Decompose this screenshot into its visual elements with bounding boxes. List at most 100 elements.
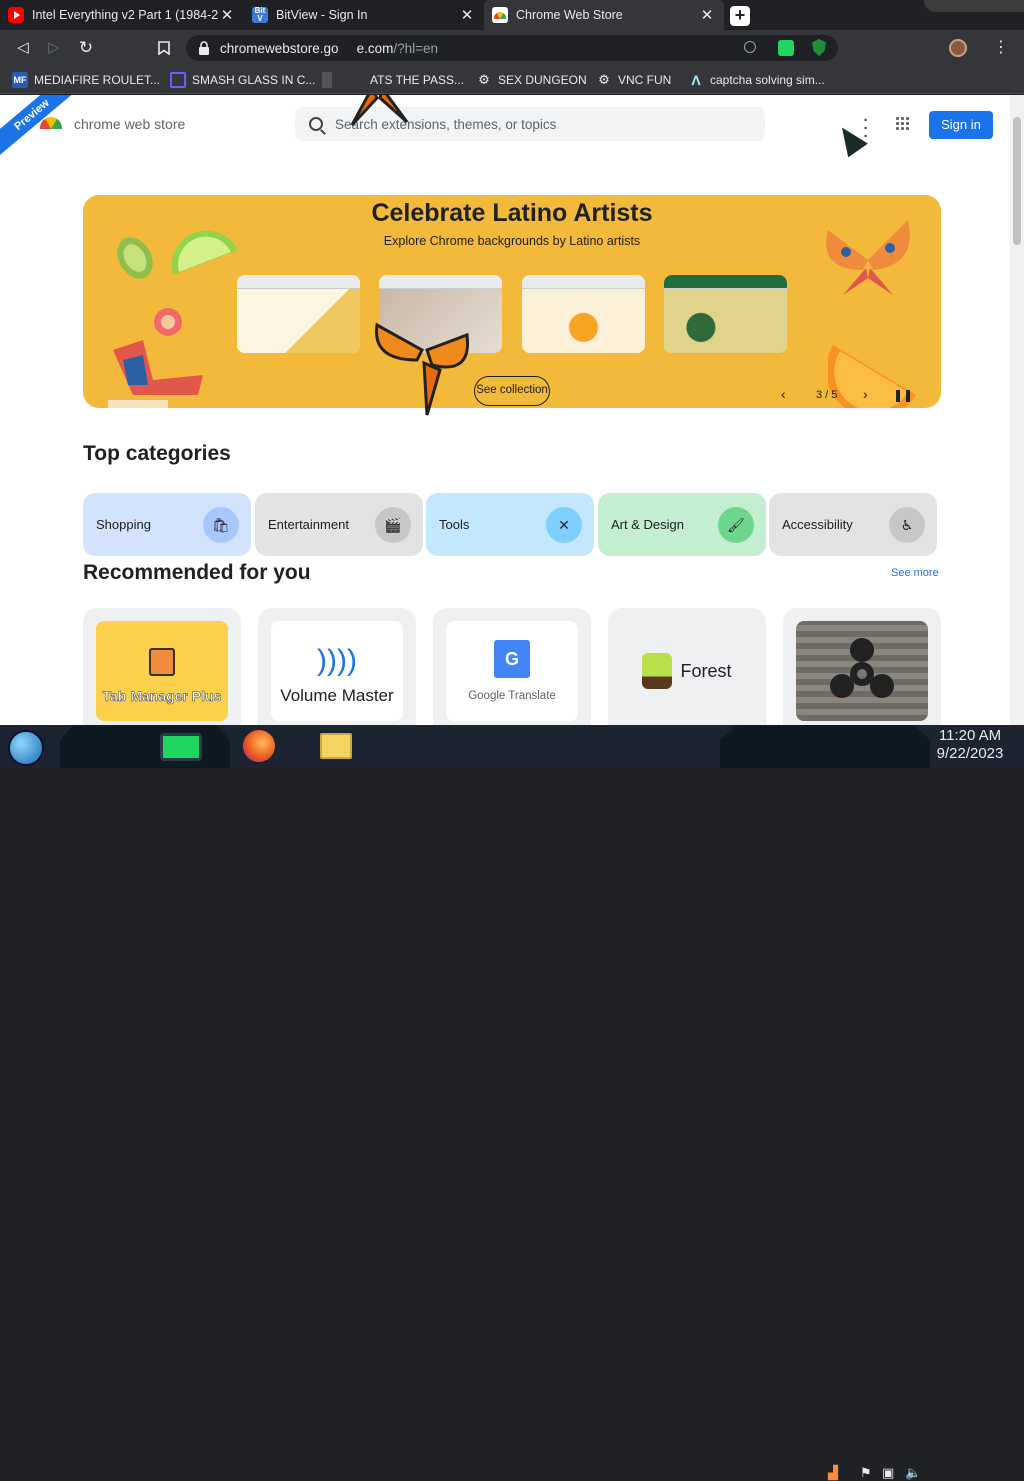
tab-title: Intel Everything v2 Part 1 (1984-20: [32, 8, 218, 22]
bookmark-label: SEX DUNGEON: [498, 73, 587, 87]
web-page: Preview chrome web store Search extensio…: [0, 95, 1010, 725]
taskbar-app-green-icon[interactable]: [160, 733, 202, 761]
page-scrollbar[interactable]: [1010, 95, 1024, 725]
tab-chrome-web-store[interactable]: Chrome Web Store ✕: [484, 0, 724, 30]
chrome-web-store-icon: [492, 7, 508, 23]
tab-youtube[interactable]: Intel Everything v2 Part 1 (1984-20 ✕: [0, 0, 244, 30]
top-categories-heading: Top categories: [83, 442, 231, 465]
bookmark-label: SMASH GLASS IN C...: [192, 73, 316, 87]
tab-bitview[interactable]: Bit V BitView - Sign In ✕: [244, 0, 484, 30]
bookmark-label: MEDIAFIRE ROULET...: [34, 73, 161, 87]
category-label: Entertainment: [268, 517, 349, 532]
bookmark-sex-dungeon[interactable]: ⚙ SEX DUNGEON: [476, 66, 587, 94]
search-icon: [309, 117, 323, 131]
volume-tray-icon[interactable]: 🔈: [905, 1465, 921, 1481]
volume-icon: )))) Volume Master: [271, 621, 403, 721]
menu-icon[interactable]: ⋮: [990, 37, 1012, 59]
tools-icon: ✕: [546, 507, 582, 543]
forward-icon[interactable]: ▷: [43, 37, 65, 59]
chevron-right-icon[interactable]: ›: [863, 386, 868, 402]
category-shopping[interactable]: Shopping 🛍: [83, 493, 251, 556]
recommended-card[interactable]: Forest: [608, 608, 766, 725]
brush-icon: 🖌: [718, 507, 754, 543]
address-bar[interactable]: chromewebstore.google.com/?hl=en: [186, 35, 838, 61]
bookmark-label: VNC FUN: [618, 73, 672, 87]
avatar[interactable]: [949, 39, 967, 57]
file-explorer-icon[interactable]: [320, 733, 352, 759]
theme-thumbnail[interactable]: [522, 275, 645, 353]
category-label: Accessibility: [782, 517, 853, 532]
bookmark-label: captcha solving sim...: [710, 73, 825, 87]
tab-bar: Intel Everything v2 Part 1 (1984-20 ✕ Bi…: [0, 0, 1024, 30]
forest-icon: Forest: [621, 621, 753, 721]
bitview-icon: Bit V: [252, 7, 268, 23]
chevron-left-icon[interactable]: ‹: [781, 386, 786, 402]
network-icon[interactable]: ▣: [882, 1465, 894, 1481]
category-accessibility[interactable]: Accessibility ♿: [769, 493, 937, 556]
theme-thumbnail[interactable]: [237, 275, 360, 353]
translate-icon: G Google Translate: [446, 621, 578, 721]
recommended-card[interactable]: Tab Manager Plus: [83, 608, 241, 725]
bookmark-icon: ⚙: [598, 72, 610, 87]
category-label: Tools: [439, 517, 470, 532]
bookmark-icon: Λ: [691, 72, 701, 88]
butterfly-decoration-icon: [826, 220, 910, 295]
bookmark-ats-pass[interactable]: ATS THE PASS...: [322, 66, 464, 94]
carousel-counter: 3 / 5: [816, 389, 838, 401]
close-tab-icon[interactable]: ✕: [698, 6, 716, 24]
bookmark-captcha[interactable]: Λ captcha solving sim...: [688, 66, 825, 94]
bookmark-icon: ⚙: [478, 72, 490, 87]
extension-green-icon[interactable]: [778, 40, 794, 56]
clock-time: 11:20 AM: [938, 727, 1002, 744]
zoom-icon[interactable]: [744, 41, 756, 53]
monarch-butterfly-icon: [375, 322, 470, 416]
start-button[interactable]: [8, 730, 44, 766]
see-collection-button[interactable]: See collection: [474, 376, 550, 406]
shield-icon[interactable]: [812, 39, 826, 56]
close-tab-icon[interactable]: ✕: [458, 6, 476, 24]
google-apps-icon[interactable]: [896, 117, 910, 131]
bookmarks-bar: MF MEDIAFIRE ROULET... SMASH GLASS IN C.…: [0, 66, 1024, 94]
system-clock[interactable]: 11:20 AM 9/22/2023: [930, 727, 1010, 763]
smash-glass-icon: [170, 72, 186, 88]
lock-icon: [199, 41, 209, 55]
youtube-icon: [8, 7, 24, 23]
close-tab-icon[interactable]: ✕: [218, 6, 236, 24]
mediafire-icon: MF: [12, 72, 28, 88]
tab-manager-icon: Tab Manager Plus: [96, 621, 228, 721]
hero-banner[interactable]: Celebrate Latino Artists Explore Chrome …: [83, 195, 941, 408]
see-more-link[interactable]: See more: [891, 567, 939, 579]
back-icon[interactable]: ◁: [12, 37, 34, 59]
category-label: Shopping: [96, 517, 151, 532]
monarch-butterfly-icon: [350, 95, 409, 127]
clapperboard-icon: 🎬: [375, 507, 411, 543]
recommended-card[interactable]: G Google Translate: [433, 608, 591, 725]
tab-title: BitView - Sign In: [276, 8, 368, 22]
tray-app-icon[interactable]: ▟: [828, 1465, 838, 1481]
recommended-card[interactable]: )))) Volume Master: [258, 608, 416, 725]
reload-icon[interactable]: ↻: [75, 37, 97, 59]
bookmark-star-icon[interactable]: [153, 37, 175, 59]
bookmark-smash-glass[interactable]: SMASH GLASS IN C...: [170, 66, 315, 94]
accessibility-icon: ♿: [889, 507, 925, 543]
recommended-card[interactable]: [783, 608, 941, 725]
banner-title: Celebrate Latino Artists: [371, 199, 653, 227]
browser-toolbar: ◁ ▷ ↻ chromewebstore.google.com/?hl=en ⋮: [0, 30, 1024, 66]
store-logo-text[interactable]: chrome web store: [74, 116, 185, 132]
flag-icon[interactable]: ⚑: [860, 1465, 872, 1481]
new-tab-button[interactable]: +: [730, 6, 750, 26]
chrome-web-store-logo-icon[interactable]: [40, 117, 62, 129]
shopping-bag-icon: 🛍: [203, 507, 239, 543]
bookmark-mediafire[interactable]: MF MEDIAFIRE ROULET...: [12, 66, 160, 94]
recommended-heading: Recommended for you: [83, 561, 311, 584]
category-entertainment[interactable]: Entertainment 🎬: [255, 493, 423, 556]
bookmark-vnc-fun[interactable]: ⚙ VNC FUN: [596, 66, 671, 94]
pause-icon[interactable]: ❚❚: [893, 388, 913, 402]
citrus-decoration-icon: [117, 230, 238, 279]
category-tools[interactable]: Tools ✕: [426, 493, 594, 556]
category-art-design[interactable]: Art & Design 🖌: [598, 493, 766, 556]
theme-thumbnail[interactable]: [664, 275, 787, 353]
firefox-icon[interactable]: [243, 730, 275, 762]
more-options-icon[interactable]: · · ·: [860, 113, 872, 144]
sign-in-button[interactable]: Sign in: [929, 111, 993, 139]
